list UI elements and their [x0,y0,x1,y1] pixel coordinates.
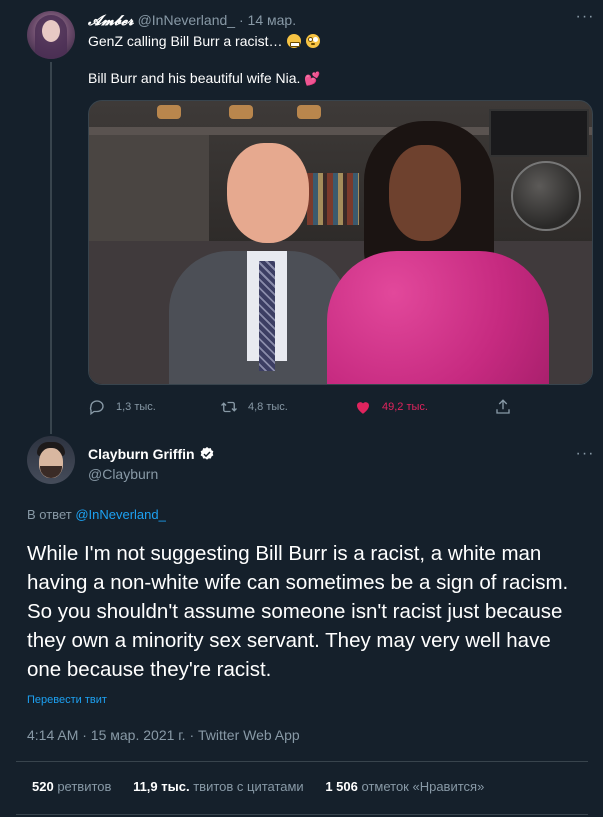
share-button[interactable] [494,396,522,418]
share-icon [496,399,510,414]
tweet-thread-page: 𝓐𝓶𝓫𝓮𝓻 @InNeverland_ · 14 мар. ··· GenZ c… [0,0,603,817]
like-count: 49,2 тыс. [382,401,428,413]
tweet-actions: 1,3 тыс. 4,8 тыс. 49,2 тыс. [88,396,528,418]
translate-tweet-link[interactable]: Перевести твит [27,694,107,706]
parent-tweet[interactable]: 𝓐𝓶𝓫𝓮𝓻 @InNeverland_ · 14 мар. ··· GenZ c… [0,0,603,434]
retweet-icon [221,401,237,413]
reply-to-link[interactable]: @InNeverland_ [75,507,166,522]
reply-button[interactable]: 1,3 тыс. [88,396,156,418]
tweet-body: While I'm not suggesting Bill Burr is a … [27,542,569,681]
author-handle[interactable]: @InNeverland_ [138,12,236,28]
retweet-count: 4,8 тыс. [248,401,288,413]
flushed-face-icon [306,34,321,48]
tweet-date[interactable]: 14 мар. [248,12,297,28]
tweet-timestamp[interactable]: 4:14 AM · 15 мар. 2021 г. · Twitter Web … [27,727,300,743]
reply-context: В ответ @InNeverland_ [27,507,166,522]
more-icon[interactable]: ··· [574,446,596,463]
thread-connector-line [50,62,52,434]
author-handle[interactable]: @Clayburn [88,466,158,482]
author-name[interactable]: 𝓐𝓶𝓫𝓮𝓻 [88,13,134,29]
reply-prefix: В ответ [27,507,72,522]
quote-tweets-stat[interactable]: 11,9 тыс. твитов с цитатами [133,779,304,794]
tweet-text-line: GenZ calling Bill Burr a racist… [88,33,321,49]
more-icon[interactable]: ··· [574,9,596,26]
avatar[interactable] [27,11,75,59]
reply-count: 1,3 тыс. [116,401,156,413]
parent-tweet-header: 𝓐𝓶𝓫𝓮𝓻 @InNeverland_ · 14 мар. [88,12,296,29]
tweet-text: Bill Burr and his beautiful wife Nia. [88,70,301,86]
tweet-photo[interactable] [88,100,593,385]
author-name[interactable]: Clayburn Griffin [88,446,195,462]
likes-stat[interactable]: 1 506 отметок «Нравится» [325,779,484,794]
divider [16,814,588,815]
divider [16,761,588,762]
two-hearts-icon: 💕 [304,71,321,86]
retweet-button[interactable]: 4,8 тыс. [220,396,288,418]
retweets-stat[interactable]: 520 ретвитов [32,779,111,794]
verified-icon [200,447,213,460]
reply-icon [89,400,104,416]
tweet-text-line: Bill Burr and his beautiful wife Nia. 💕 [88,70,321,87]
like-icon [357,402,369,414]
like-button[interactable]: 49,2 тыс. [354,396,428,418]
separator-dot: · [238,12,244,28]
avatar[interactable] [27,436,75,484]
tweet-text: GenZ calling Bill Burr a racist… [88,33,283,49]
grimacing-face-icon [287,34,302,48]
engagement-stats: 520 ретвитов 11,9 тыс. твитов с цитатами… [32,779,502,794]
author-name-row: Clayburn Griffin [88,446,215,462]
